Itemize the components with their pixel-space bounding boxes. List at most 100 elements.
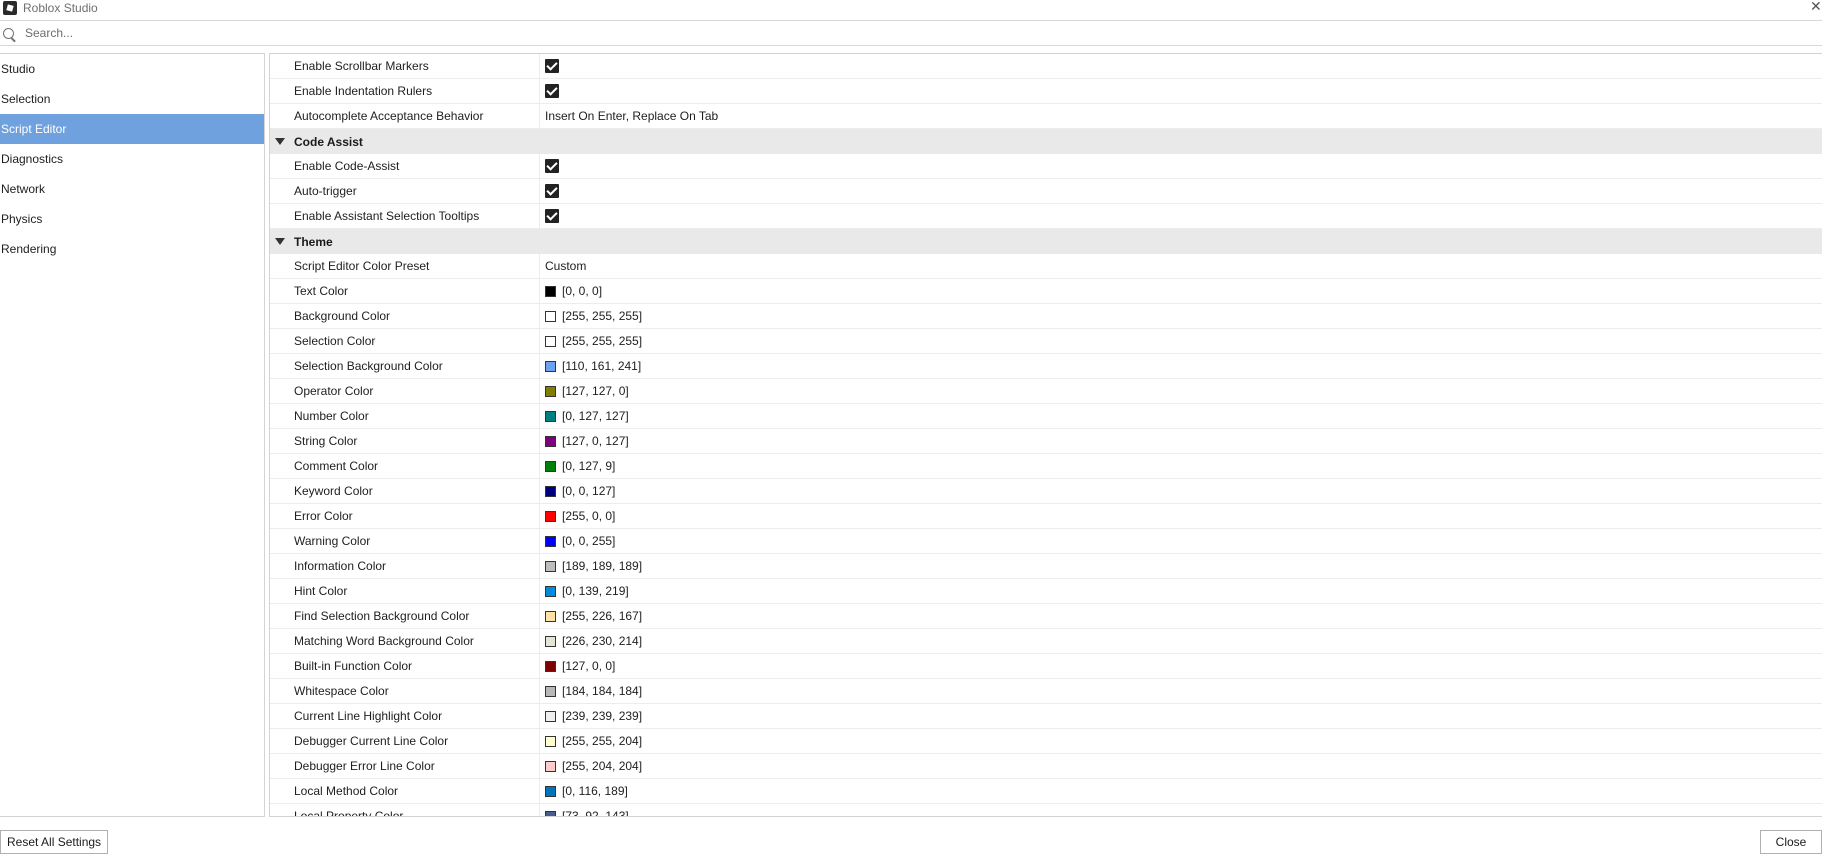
color-swatch[interactable] — [545, 385, 556, 397]
setting-label: Text Color — [294, 284, 349, 298]
setting-label: Enable Scrollbar Markers — [294, 59, 429, 73]
collapse-triangle-icon[interactable] — [275, 138, 285, 145]
color-swatch[interactable] — [545, 510, 556, 522]
color-setting-row: Information Color [189, 189, 189] — [270, 554, 1822, 579]
color-rgb-text: [255, 204, 204] — [562, 759, 643, 773]
category-title: Theme — [294, 234, 333, 249]
color-value-field[interactable]: [0, 0, 255] — [539, 529, 1822, 553]
setting-label: Autocomplete Acceptance Behavior — [294, 109, 484, 123]
color-value-field[interactable]: [0, 127, 9] — [539, 454, 1822, 478]
sidebar-item-physics[interactable]: Physics — [0, 204, 264, 234]
color-value-field[interactable]: [73, 92, 143] — [539, 804, 1822, 816]
color-value-field[interactable]: [0, 0, 0] — [539, 279, 1822, 303]
color-value-field[interactable]: [226, 230, 214] — [539, 629, 1822, 653]
collapse-triangle-icon[interactable] — [275, 238, 285, 245]
color-preset-dropdown[interactable]: Custom — [539, 254, 1822, 278]
color-swatch[interactable] — [545, 735, 556, 747]
color-swatch[interactable] — [545, 560, 556, 572]
color-swatch[interactable] — [545, 710, 556, 722]
auto-trigger-checkbox[interactable] — [545, 184, 559, 198]
color-value-field[interactable]: [255, 204, 204] — [539, 754, 1822, 778]
enable-assistant-selection-tooltips-checkbox[interactable] — [545, 209, 559, 223]
color-value-field[interactable]: [0, 0, 127] — [539, 479, 1822, 503]
autocomplete-behavior-dropdown[interactable]: Insert On Enter, Replace On Tab — [539, 104, 1822, 128]
color-value-field[interactable]: [184, 184, 184] — [539, 679, 1822, 703]
color-swatch[interactable] — [545, 610, 556, 622]
color-swatch[interactable] — [545, 810, 556, 816]
color-swatch[interactable] — [545, 760, 556, 772]
category-header-theme[interactable]: Theme — [270, 229, 1822, 254]
color-setting-row: Matching Word Background Color [226, 230,… — [270, 629, 1822, 654]
sidebar-item-selection[interactable]: Selection — [0, 84, 264, 114]
color-swatch[interactable] — [545, 635, 556, 647]
setting-label: Background Color — [294, 309, 391, 323]
color-swatch[interactable] — [545, 585, 556, 597]
color-swatch[interactable] — [545, 360, 556, 372]
theme-color-list: Text Color [0, 0, 0] Background Color [255,… — [270, 279, 1822, 816]
setting-row: Enable Code-Assist — [270, 154, 1822, 179]
sidebar-item-script-editor[interactable]: Script Editor — [0, 114, 264, 144]
color-value-field[interactable]: [255, 255, 204] — [539, 729, 1822, 753]
color-setting-row: Selection Color [255, 255, 255] — [270, 329, 1822, 354]
settings-category-sidebar: Studio Selection Script Editor Diagnosti… — [0, 53, 265, 817]
setting-row: Auto-trigger — [270, 179, 1822, 204]
sidebar-item-diagnostics[interactable]: Diagnostics — [0, 144, 264, 174]
color-value-field[interactable]: [189, 189, 189] — [539, 554, 1822, 578]
color-value-field[interactable]: [255, 0, 0] — [539, 504, 1822, 528]
setting-row: Enable Scrollbar Markers — [270, 54, 1822, 79]
category-header-code-assist[interactable]: Code Assist — [270, 129, 1822, 154]
color-swatch[interactable] — [545, 310, 556, 322]
color-setting-row: Keyword Color [0, 0, 127] — [270, 479, 1822, 504]
color-value-field[interactable]: [255, 226, 167] — [539, 604, 1822, 628]
color-rgb-text: [255, 255, 204] — [562, 734, 643, 748]
color-swatch[interactable] — [545, 660, 556, 672]
color-swatch[interactable] — [545, 785, 556, 797]
color-value-field[interactable]: [0, 127, 127] — [539, 404, 1822, 428]
color-rgb-text: [255, 255, 255] — [562, 334, 643, 348]
color-value-field[interactable]: [255, 255, 255] — [539, 304, 1822, 328]
color-setting-row: Debugger Current Line Color [255, 255, 20… — [270, 729, 1822, 754]
enable-code-assist-checkbox[interactable] — [545, 159, 559, 173]
color-rgb-text: [0, 0, 255] — [562, 534, 616, 548]
window-close-icon[interactable]: ✕ — [1810, 0, 1822, 15]
sidebar-item-network[interactable]: Network — [0, 174, 264, 204]
color-swatch[interactable] — [545, 410, 556, 422]
setting-label: String Color — [294, 434, 358, 448]
window-title: Roblox Studio — [23, 1, 98, 15]
setting-label: Find Selection Background Color — [294, 609, 470, 623]
enable-indentation-rulers-checkbox[interactable] — [545, 84, 559, 98]
color-value-field[interactable]: [127, 0, 0] — [539, 654, 1822, 678]
setting-label: Debugger Error Line Color — [294, 759, 435, 773]
color-rgb-text: [0, 0, 127] — [562, 484, 616, 498]
color-swatch[interactable] — [545, 685, 556, 697]
color-swatch[interactable] — [545, 285, 556, 297]
reset-all-settings-button[interactable]: Reset All Settings — [0, 830, 109, 854]
color-value-field[interactable]: [239, 239, 239] — [539, 704, 1822, 728]
close-button[interactable]: Close — [1760, 830, 1822, 854]
color-value-field[interactable]: [127, 0, 127] — [539, 429, 1822, 453]
setting-label: Number Color — [294, 409, 369, 423]
color-rgb-text: [0, 139, 219] — [562, 584, 629, 598]
setting-label: Current Line Highlight Color — [294, 709, 443, 723]
setting-label: Debugger Current Line Color — [294, 734, 449, 748]
setting-label: Enable Indentation Rulers — [294, 84, 433, 98]
color-rgb-text: [0, 0, 0] — [562, 284, 603, 298]
color-swatch[interactable] — [545, 335, 556, 347]
color-swatch[interactable] — [545, 435, 556, 447]
color-value-field[interactable]: [0, 139, 219] — [539, 579, 1822, 603]
color-swatch[interactable] — [545, 485, 556, 497]
color-rgb-text: [189, 189, 189] — [562, 559, 643, 573]
sidebar-item-rendering[interactable]: Rendering — [0, 234, 264, 264]
search-input[interactable] — [23, 25, 1727, 41]
color-setting-row: Background Color [255, 255, 255] — [270, 304, 1822, 329]
color-value-field[interactable]: [110, 161, 241] — [539, 354, 1822, 378]
sidebar-item-studio[interactable]: Studio — [0, 54, 264, 84]
color-swatch[interactable] — [545, 535, 556, 547]
setting-label: Selection Color — [294, 334, 376, 348]
color-value-field[interactable]: [255, 255, 255] — [539, 329, 1822, 353]
color-value-field[interactable]: [0, 116, 189] — [539, 779, 1822, 803]
color-swatch[interactable] — [545, 460, 556, 472]
enable-scrollbar-markers-checkbox[interactable] — [545, 59, 559, 73]
color-value-field[interactable]: [127, 127, 0] — [539, 379, 1822, 403]
setting-row: Script Editor Color Preset Custom — [270, 254, 1822, 279]
